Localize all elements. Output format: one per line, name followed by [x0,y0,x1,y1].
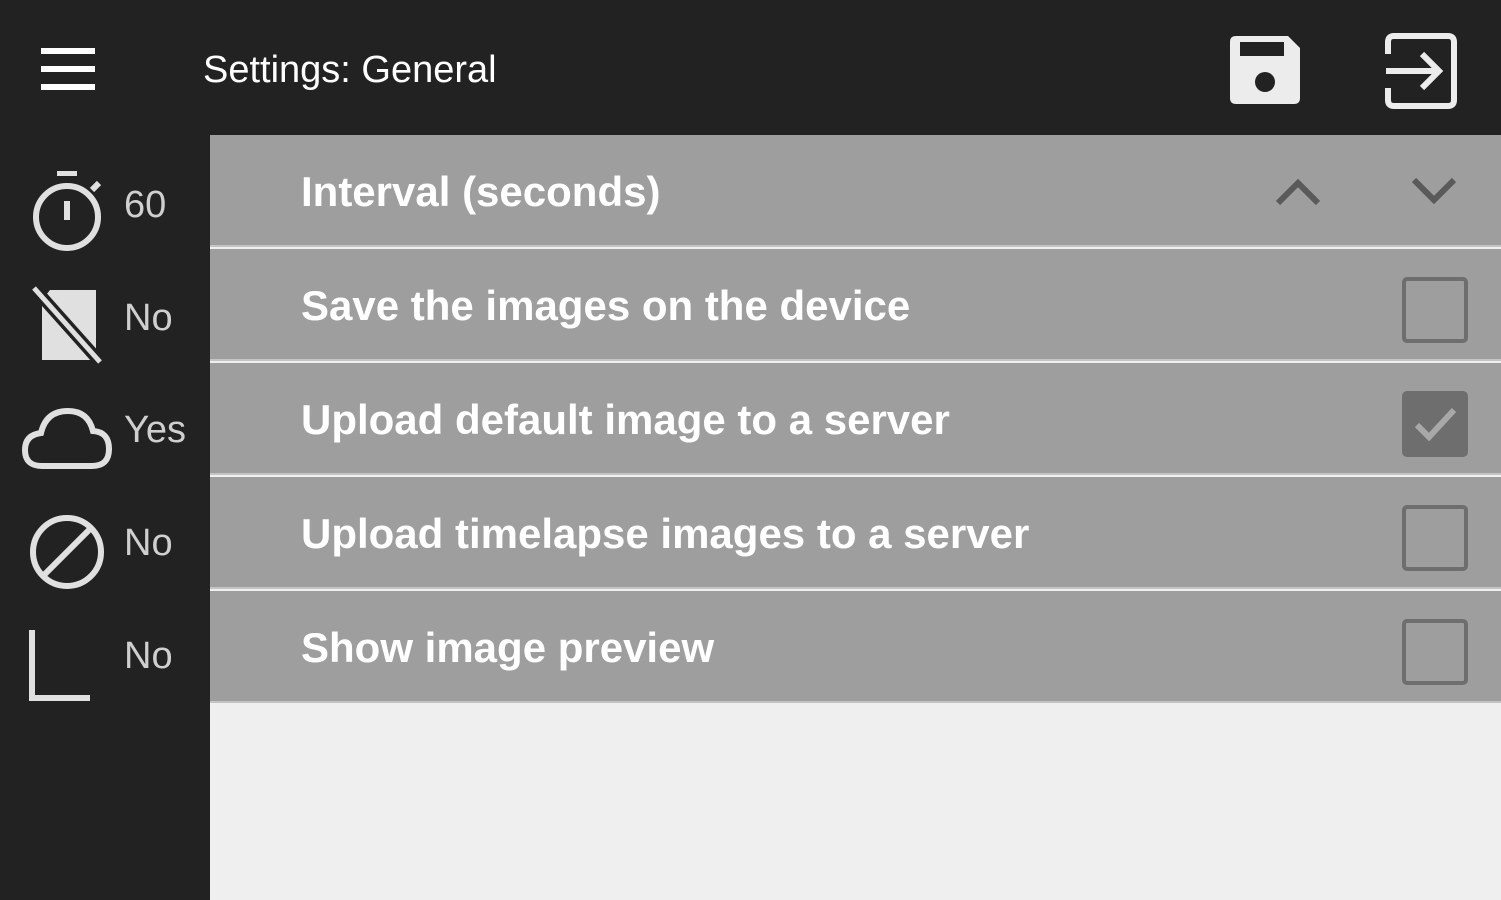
preview-value: No [124,635,173,677]
interval-setting-row: Interval (seconds) [210,135,1501,247]
sidebar-item-save-device: No [0,268,210,368]
interval-value: 60 [124,184,167,226]
upload-timelapse-setting-row[interactable]: Upload timelapse images to a server [210,477,1501,589]
save-images-label: Save the images on the device [301,282,911,329]
save-button[interactable] [1222,28,1308,114]
upload-default-label: Upload default image to a server [301,396,950,443]
cloud-icon [21,407,113,469]
exit-button[interactable] [1378,28,1464,114]
stopwatch-icon [33,171,102,251]
hamburger-menu-icon [41,48,95,90]
floppy-save-icon [1230,36,1300,104]
upload-default-setting-row[interactable]: Upload default image to a server [210,363,1501,475]
save-device-value: No [124,297,173,339]
interval-increase-button[interactable] [1268,163,1328,223]
checkmark-icon [1414,407,1457,442]
save-images-setting-row[interactable]: Save the images on the device [210,249,1501,361]
show-preview-setting-row[interactable]: Show image preview [210,591,1501,703]
chevron-up-icon [1275,178,1321,206]
top-app-bar: Settings: General [0,0,1501,135]
page-title: Settings: General [203,49,497,91]
sidebar-item-preview: No [0,606,210,706]
chevron-down-icon [1411,177,1457,205]
status-sidebar: 60 No Yes No No [0,135,210,900]
upload-timelapse-value: No [124,522,173,564]
upload-timelapse-label: Upload timelapse images to a server [301,510,1030,557]
block-icon [30,515,104,589]
show-preview-checkbox[interactable] [1402,619,1468,685]
corner-icon [29,630,90,701]
save-images-checkbox[interactable] [1402,277,1468,343]
sidebar-item-upload-default: Yes [0,380,210,480]
upload-default-checkbox[interactable] [1402,391,1468,457]
sidebar-item-interval: 60 [0,155,210,255]
upload-timelapse-checkbox[interactable] [1402,505,1468,571]
settings-list: Interval (seconds) Save the images on th… [210,135,1501,900]
sd-card-off-icon [29,284,105,364]
sidebar-item-upload-timelapse: No [0,493,210,593]
exit-to-app-icon [1385,33,1457,109]
show-preview-label: Show image preview [301,624,715,671]
interval-decrease-button[interactable] [1404,163,1464,223]
menu-button[interactable] [28,37,108,101]
interval-label: Interval (seconds) [301,168,661,215]
upload-default-value: Yes [124,409,186,451]
